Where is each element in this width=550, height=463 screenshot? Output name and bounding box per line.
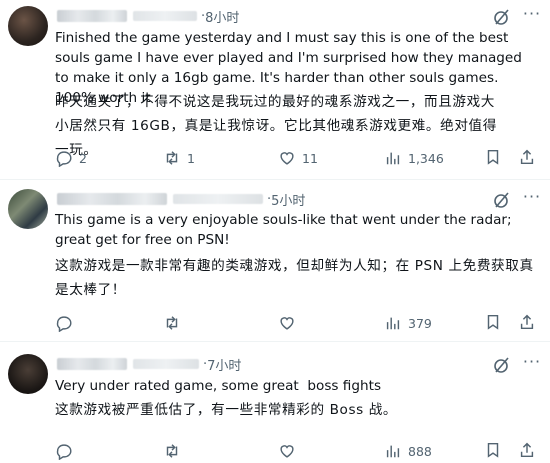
reply-icon — [56, 444, 72, 460]
repost-button[interactable] — [163, 441, 187, 461]
share-icon — [520, 314, 534, 330]
post-3[interactable]: · 7小时 ··· Very under rated game, some gr… — [0, 342, 550, 463]
author-name[interactable] — [57, 358, 127, 370]
more-icon[interactable]: ··· — [522, 189, 542, 210]
like-icon — [280, 317, 294, 330]
post-time[interactable]: 7小时 — [207, 355, 241, 374]
reply-count: 2 — [79, 150, 87, 166]
post-header: · 5小时 — [57, 189, 305, 209]
post-text-en: This game is a very enjoyable souls-like… — [55, 212, 512, 248]
grok-icon[interactable] — [492, 7, 512, 27]
avatar[interactable] — [8, 354, 48, 394]
reply-icon — [56, 316, 72, 332]
reply-icon — [56, 151, 72, 167]
more-icon[interactable]: ··· — [522, 354, 542, 375]
post-2[interactable]: · 5小时 ··· This game is a very enjoyable … — [0, 180, 550, 342]
views-count: 888 — [408, 443, 432, 459]
bookmark-button[interactable] — [484, 313, 502, 331]
repost-icon — [166, 151, 178, 165]
more-icon[interactable]: ··· — [522, 6, 542, 27]
grok-icon[interactable] — [492, 190, 512, 210]
views-button[interactable]: 888 — [384, 441, 432, 461]
post-header: · 8小时 — [57, 6, 239, 26]
avatar[interactable] — [8, 189, 48, 229]
post-1[interactable]: · 8小时 ··· Finished the game yesterday an… — [0, 0, 550, 180]
views-button[interactable]: 1,346 — [384, 148, 444, 168]
reply-button[interactable] — [55, 313, 79, 333]
like-button[interactable] — [278, 313, 302, 333]
repost-icon — [166, 444, 178, 458]
like-button[interactable]: 11 — [278, 148, 318, 168]
bookmark-button[interactable] — [484, 148, 502, 166]
reply-button[interactable]: 2 — [55, 148, 87, 168]
repost-button[interactable] — [163, 313, 187, 333]
views-count: 1,346 — [408, 150, 444, 166]
views-icon — [386, 445, 400, 458]
share-button[interactable] — [518, 148, 536, 166]
post-text-cn: 这款游戏被严重低估了，有一些非常精彩的 Boss 战。 — [55, 402, 398, 418]
share-icon — [520, 442, 534, 458]
bookmark-icon — [487, 442, 499, 458]
like-button[interactable] — [278, 441, 302, 461]
bookmark-icon — [487, 314, 499, 330]
repost-button[interactable]: 1 — [163, 148, 195, 168]
post-text-en: Very under rated game, some great boss f… — [55, 378, 382, 394]
views-icon — [386, 152, 400, 165]
repost-icon — [166, 316, 178, 330]
post-time[interactable]: 8小时 — [205, 7, 239, 26]
post-time[interactable]: 5小时 — [271, 190, 305, 209]
author-name[interactable] — [57, 193, 167, 205]
reply-button[interactable] — [55, 441, 79, 461]
bookmark-icon — [487, 149, 499, 165]
views-button[interactable]: 379 — [384, 313, 432, 333]
post-actions: 2 1 11 1,346 — [55, 148, 525, 168]
views-icon — [386, 317, 400, 330]
author-handle[interactable] — [133, 11, 197, 21]
post-actions: 379 — [55, 313, 525, 333]
author-handle[interactable] — [173, 194, 263, 204]
author-name[interactable] — [57, 10, 127, 22]
like-icon — [280, 152, 294, 165]
like-count: 11 — [302, 150, 318, 166]
post-actions: 888 — [55, 441, 525, 461]
post-header: · 7小时 — [57, 354, 241, 374]
avatar[interactable] — [8, 6, 48, 46]
author-handle[interactable] — [133, 359, 199, 369]
share-button[interactable] — [518, 313, 536, 331]
like-icon — [280, 445, 294, 458]
share-icon — [520, 149, 534, 165]
repost-count: 1 — [187, 150, 195, 166]
post-text-cn: 这款游戏是一款非常有趣的类魂游戏，但却鲜为人知；在 PSN 上免费获取真是太棒了… — [55, 258, 534, 298]
share-button[interactable] — [518, 441, 536, 459]
bookmark-button[interactable] — [484, 441, 502, 459]
grok-icon[interactable] — [492, 355, 512, 375]
views-count: 379 — [408, 315, 432, 331]
